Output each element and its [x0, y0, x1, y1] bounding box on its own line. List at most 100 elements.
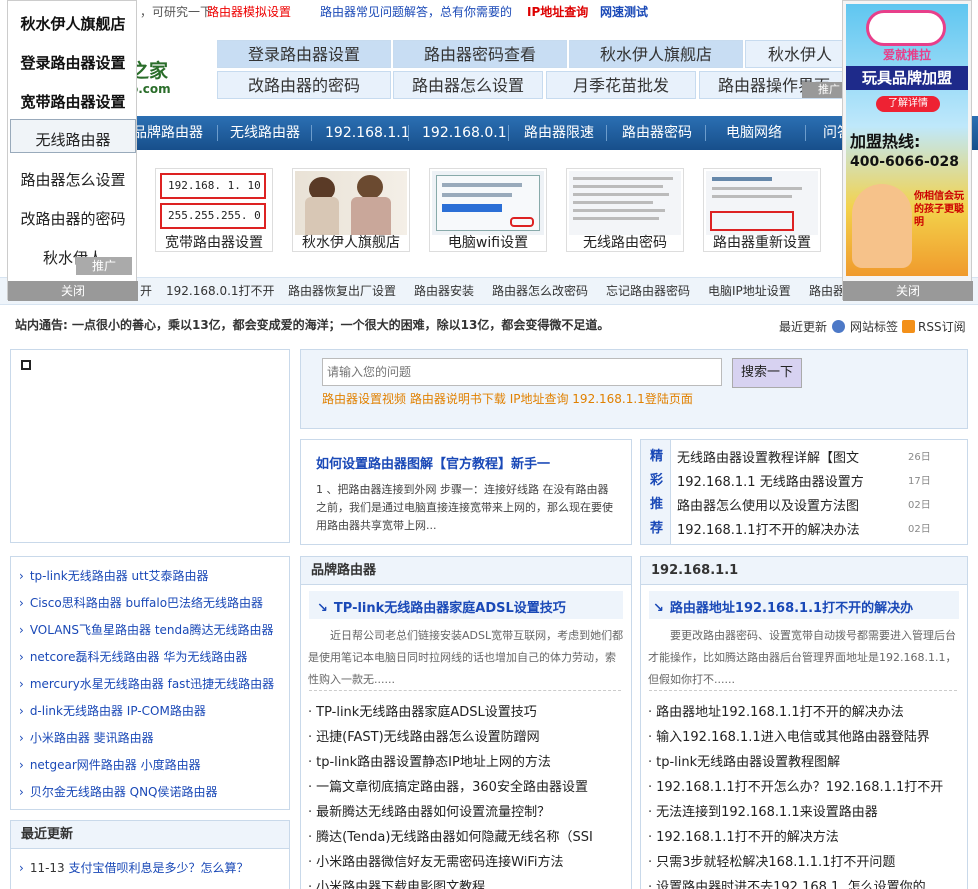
keyword-link[interactable]: 192.168.0.1打不开: [166, 278, 275, 304]
search-panel: 搜索一下 路由器设置视频 路由器说明书下载 IP地址查询 192.168.1.1…: [300, 349, 968, 429]
nav-item[interactable]: 电脑网络: [726, 116, 782, 150]
ad-slogan: 你相信会玩的孩子更聪明: [914, 191, 964, 228]
pick-date: 02日: [908, 524, 931, 535]
article-link[interactable]: · 192.168.1.1打不开的解决方法: [648, 826, 839, 845]
pick-link[interactable]: 路由器怎么使用以及设置方法图: [677, 495, 859, 514]
brand-link[interactable]: › mercury水星无线路由器 fast迅捷无线路由器: [19, 675, 274, 692]
brand-link[interactable]: › d-link无线路由器 IP-COM路由器: [19, 702, 206, 719]
close-button[interactable]: 关闭: [8, 281, 138, 301]
brand-link[interactable]: › VOLANS飞鱼星路由器 tenda腾达无线路由器: [19, 621, 274, 638]
pick-date: 26日: [908, 452, 931, 463]
keyword-link[interactable]: 路由器安装: [414, 278, 474, 304]
ad-tag: 推广: [802, 82, 842, 98]
thumb-caption: 宽带路由器设置: [165, 235, 263, 251]
ip-panel: 192.168.1.1 ↘ 路由器地址192.168.1.1打不开的解决办 要更改…: [640, 556, 968, 889]
top-link[interactable]: 月季花苗批发: [546, 71, 696, 99]
pick-link[interactable]: 192.168.1.1打不开的解决办法: [677, 519, 860, 538]
thumb-card[interactable]: 路由器重新设置: [703, 168, 821, 252]
hot-search-link[interactable]: 路由器设置视频: [322, 392, 406, 406]
article-link[interactable]: · 设置路由器时进不去192.168.1. 怎么设置你的: [648, 876, 958, 889]
brand-link[interactable]: › tp-link无线路由器 utt艾泰路由器: [19, 567, 209, 584]
brand-link[interactable]: › Cisco思科路由器 buffalo巴法络无线路由器: [19, 594, 263, 611]
rss-icon: [902, 320, 915, 333]
ip-query-link[interactable]: IP地址查询: [527, 0, 588, 24]
brand-link[interactable]: › 贝尔金无线路由器 QNQ侯诺路由器: [19, 783, 218, 800]
search-button[interactable]: 搜索一下: [732, 358, 802, 388]
hot-search-link[interactable]: 192.168.1.1登陆页面: [572, 392, 693, 406]
nav-item[interactable]: 192.168.0.1: [422, 116, 507, 150]
close-button[interactable]: 关闭: [843, 281, 973, 301]
thumb-card[interactable]: 秋水伊人旗舰店: [292, 168, 410, 252]
thumb-card[interactable]: 电脑wifi设置: [429, 168, 547, 252]
top-link[interactable]: 改路由器的密码: [217, 71, 391, 99]
float-ad-link[interactable]: 路由器怎么设置: [8, 169, 138, 190]
nav-item[interactable]: 品牌路由器: [133, 116, 203, 150]
nav-item[interactable]: 无线路由器: [230, 116, 300, 150]
keyword-link[interactable]: 忘记路由器密码: [606, 278, 690, 304]
keyword-link[interactable]: 路由器怎么改密码: [492, 278, 588, 304]
top-link[interactable]: 秋水伊人旗舰店: [569, 40, 743, 68]
pick-link[interactable]: 192.168.1.1 无线路由器设置方: [677, 471, 864, 490]
simulator-link[interactable]: 路由器模拟设置: [207, 0, 291, 24]
detail-button[interactable]: 了解详情: [876, 96, 940, 112]
router-reset-image: [706, 171, 818, 235]
search-input[interactable]: [322, 358, 722, 386]
brand-link[interactable]: › netcore磊科无线路由器 华为无线路由器: [19, 648, 247, 665]
article-link[interactable]: · 迅捷(FAST)无线路由器怎么设置防蹭网: [308, 726, 540, 745]
article-link[interactable]: · 腾达(Tenda)无线路由器如何隐藏无线名称（SSI: [308, 826, 593, 845]
article-link[interactable]: · 路由器地址192.168.1.1打不开的解决办法: [648, 701, 904, 720]
speed-test-link[interactable]: 网速测试: [600, 0, 648, 24]
article-link[interactable]: · 最新腾达无线路由器如何设置流量控制？: [308, 801, 550, 820]
pick-link[interactable]: 无线路由器设置教程详解【图文: [677, 447, 859, 466]
thumb-card[interactable]: 无线路由密码: [566, 168, 684, 252]
featured-title[interactable]: 如何设置路由器图解【官方教程】新手一: [316, 453, 550, 472]
float-ad-link[interactable]: 宽带路由器设置: [8, 91, 138, 112]
panel-heading: 192.168.1.1: [641, 557, 967, 585]
nav-item[interactable]: 192.168.1.1: [325, 116, 410, 150]
article-link[interactable]: · 无法连接到192.168.1.1来设置路由器: [648, 801, 878, 820]
site-tags-link[interactable]: 网站标签: [850, 318, 898, 335]
article-link[interactable]: · tp-link路由器设置静态IP地址上网的方法: [308, 751, 551, 770]
article-link[interactable]: · tp-link无线路由器设置教程图解: [648, 751, 840, 770]
rss-link[interactable]: RSS订阅: [918, 318, 966, 335]
keyword-link[interactable]: 路由器: [809, 278, 845, 304]
article-link[interactable]: · 192.168.1.1打不开怎么办？192.168.1.1打不开: [648, 776, 943, 795]
nav-item[interactable]: 路由器限速: [524, 116, 594, 150]
faq-link[interactable]: 路由器常见问题解答，总有你需要的: [320, 0, 512, 24]
article-link[interactable]: · 只需3步就轻松解决168.1.1.1打不开问题: [648, 851, 895, 870]
keyword-link[interactable]: 开: [140, 278, 152, 304]
thumb-caption: 电脑wifi设置: [447, 235, 529, 251]
cartoon-child-image: [852, 184, 912, 268]
float-ad-link[interactable]: 改路由器的密码: [8, 208, 138, 229]
article-link[interactable]: · 一篇文章彻底搞定路由器，360安全路由器设置: [308, 776, 588, 795]
lead-article-title[interactable]: ↘ 路由器地址192.168.1.1打不开的解决办: [653, 597, 913, 616]
hot-search-link[interactable]: 路由器说明书下载: [410, 392, 506, 406]
ad-headline: 玩具品牌加盟: [846, 66, 968, 90]
brand-link[interactable]: › 小米路由器 斐讯路由器: [19, 729, 154, 746]
top-link[interactable]: 登录路由器设置: [217, 40, 391, 68]
nav-item[interactable]: 路由器密码: [622, 116, 692, 150]
recent-item[interactable]: › 11-13 支付宝借呗利息是多少？怎么算？: [19, 859, 249, 876]
article-link[interactable]: · 小米路由器下载电影图文教程: [308, 876, 485, 889]
article-link[interactable]: · TP-link无线路由器家庭ADSL设置技巧: [308, 701, 537, 720]
hot-searches: 路由器设置视频 路由器说明书下载 IP地址查询 192.168.1.1登陆页面: [322, 390, 693, 407]
brand-link[interactable]: › netgear网件路由器 小度路由器: [19, 756, 201, 773]
lead-article-title[interactable]: ↘ TP-link无线路由器家庭ADSL设置技巧: [317, 597, 566, 616]
article-link[interactable]: · 输入192.168.1.1进入电信或其他路由器登陆界: [648, 726, 930, 745]
keyword-link[interactable]: 电脑IP地址设置: [708, 278, 791, 304]
top-link[interactable]: 秋水伊人: [745, 40, 855, 68]
hot-search-link[interactable]: IP地址查询: [510, 392, 569, 406]
top-link[interactable]: 路由器怎么设置: [393, 71, 543, 99]
top-link[interactable]: 路由器密码查看: [393, 40, 567, 68]
pick-date: 02日: [908, 500, 931, 511]
recent-updates-link[interactable]: 最近更新: [779, 318, 827, 335]
keyword-link[interactable]: 路由器恢复出厂设置: [288, 278, 396, 304]
article-link[interactable]: · 小米路由器微信好友无需密码连接WiFi方法: [308, 851, 563, 870]
float-ad-link[interactable]: 登录路由器设置: [8, 52, 138, 73]
featured-summary: 1 、把路由器连接到外网 步骤一：连接好线路 在没有路由器之前，我们是通过电脑直…: [316, 483, 613, 532]
thumb-card[interactable]: 192.168. 1. 10 255.255.255. 0 宽带路由器设置: [155, 168, 273, 252]
brand-name: 爱就推拉: [882, 48, 931, 62]
toy-franchise-banner[interactable]: 爱就推拉 玩具品牌加盟 了解详情 加盟热线: 400-6066-028 你相信会…: [846, 4, 968, 276]
float-ad-link[interactable]: 无线路由器: [8, 129, 138, 150]
float-ad-link[interactable]: 秋水伊人旗舰店: [8, 13, 138, 34]
